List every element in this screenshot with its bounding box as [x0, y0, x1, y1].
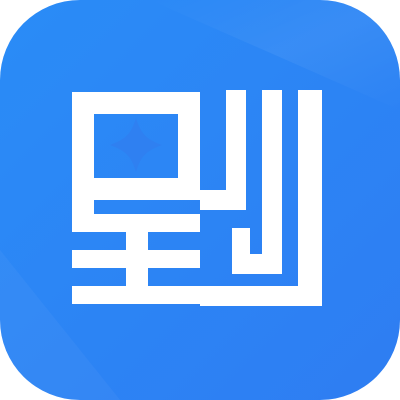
app-icon[interactable]	[0, 0, 400, 400]
app-icon-stage	[0, 0, 400, 400]
